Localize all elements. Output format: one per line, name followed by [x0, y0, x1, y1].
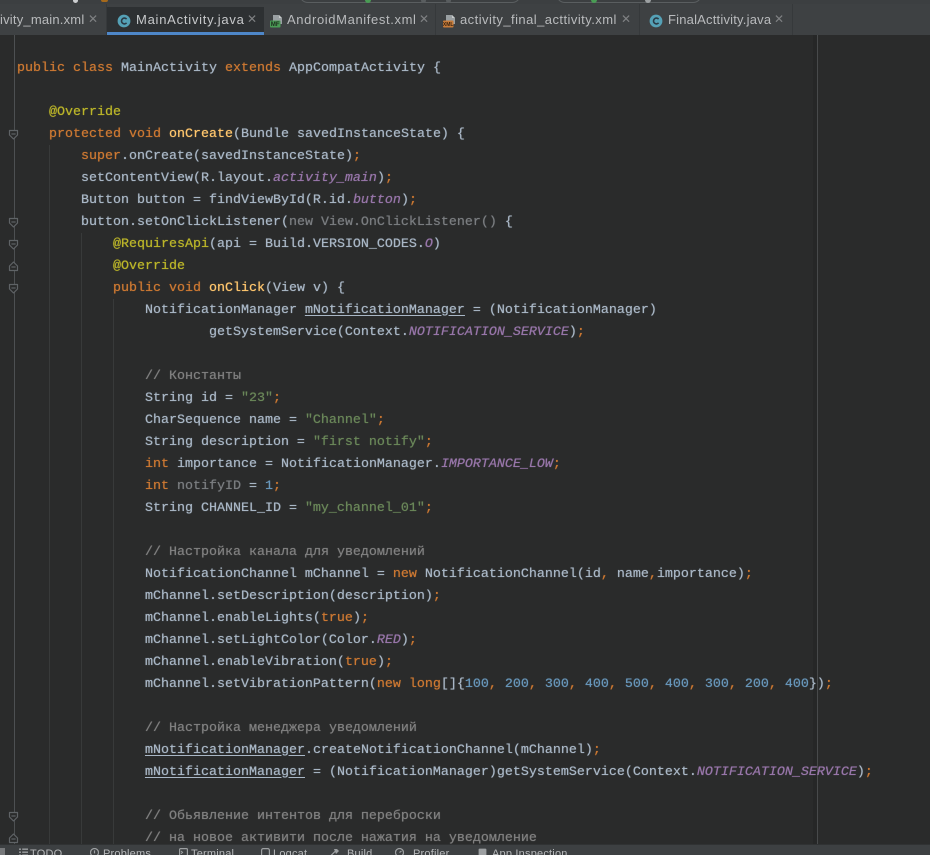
svg-text:XML: XML: [443, 22, 453, 28]
svg-text:MF: MF: [271, 22, 280, 28]
